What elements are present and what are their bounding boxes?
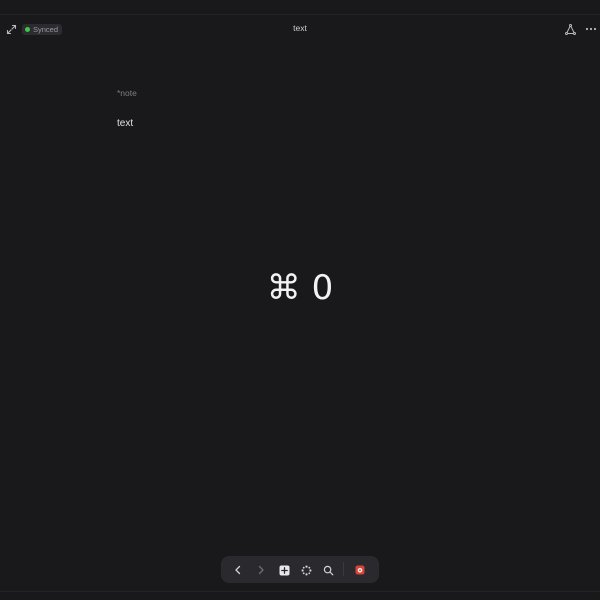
chevron-right-icon (258, 565, 264, 575)
expand-button[interactable] (4, 22, 18, 36)
note-body-text[interactable]: text (117, 118, 133, 129)
new-note-button[interactable] (276, 562, 292, 578)
bottom-divider (0, 591, 600, 592)
search-icon (323, 565, 333, 575)
search-button[interactable] (320, 562, 336, 578)
keyboard-shortcut-overlay: ⌘ 0 (266, 268, 334, 308)
graph-view-button[interactable] (564, 23, 576, 35)
sync-status-badge: Synced (22, 24, 63, 35)
note-header: Synced text (0, 15, 600, 45)
more-options-button[interactable] (584, 23, 598, 35)
bottom-toolbar (221, 556, 379, 583)
back-button[interactable] (230, 562, 246, 578)
app-logo-icon (355, 565, 365, 575)
chevron-left-icon (235, 565, 241, 575)
command-palette-icon (301, 565, 311, 575)
note-title: text (293, 23, 307, 33)
expand-icon (6, 24, 16, 34)
app-button[interactable] (352, 562, 368, 578)
plus-square-icon (279, 565, 289, 575)
sync-status-label: Synced (33, 25, 59, 34)
sync-status-dot (25, 27, 30, 32)
command-palette-button[interactable] (298, 562, 314, 578)
note-tag[interactable]: *note (117, 88, 137, 98)
more-horizontal-icon (585, 27, 597, 31)
toolbar-divider (343, 562, 344, 576)
graph-icon (564, 23, 576, 35)
forward-button[interactable] (253, 562, 269, 578)
